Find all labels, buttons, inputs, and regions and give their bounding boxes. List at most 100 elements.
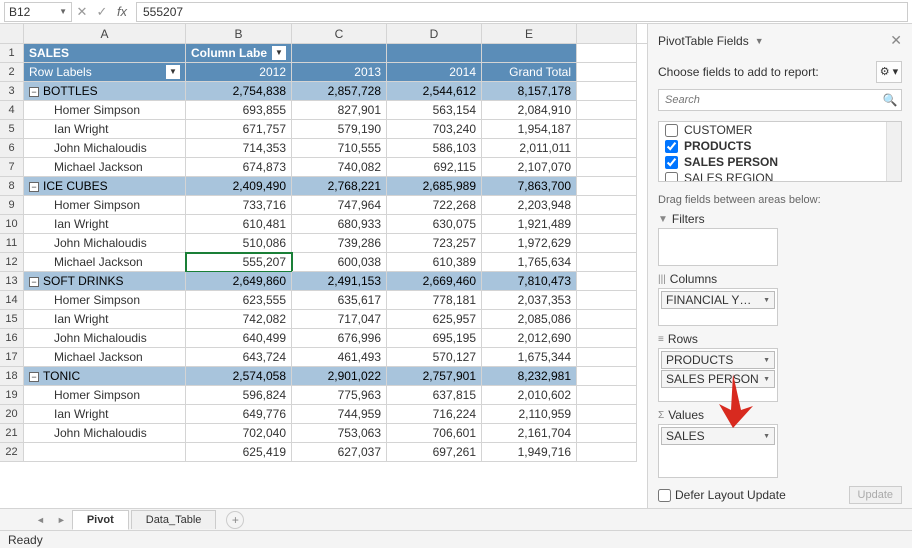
field-checkbox[interactable] — [665, 156, 678, 169]
chevron-down-icon[interactable]: ▼ — [763, 297, 770, 304]
chevron-down-icon[interactable]: ▼ — [755, 36, 764, 46]
person-cell[interactable]: John Michaloudis — [24, 139, 186, 158]
defer-checkbox[interactable] — [658, 489, 671, 502]
row-header[interactable]: 12 — [0, 253, 24, 272]
person-cell[interactable]: Michael Jackson — [24, 158, 186, 177]
person-cell[interactable]: Homer Simpson — [24, 196, 186, 215]
value-cell[interactable]: 733,716 — [186, 196, 292, 215]
col-header-d[interactable]: D — [387, 24, 482, 43]
row-header[interactable]: 5 — [0, 120, 24, 139]
row-header[interactable]: 18 — [0, 367, 24, 386]
close-icon[interactable]: ✕ — [890, 32, 902, 49]
value-cell[interactable]: 623,555 — [186, 291, 292, 310]
col-header-b[interactable]: B — [186, 24, 292, 43]
value-cell[interactable]: 742,082 — [186, 310, 292, 329]
field-sales-person[interactable]: SALES PERSON — [659, 154, 901, 170]
rows-box[interactable]: PRODUCTS▼ SALES PERSON▼ — [658, 348, 778, 402]
person-cell[interactable]: John Michaloudis — [24, 329, 186, 348]
column-chip[interactable]: FINANCIAL Y…▼ — [661, 291, 775, 309]
row-header[interactable]: 6 — [0, 139, 24, 158]
chevron-down-icon[interactable]: ▼ — [763, 433, 770, 440]
chevron-down-icon[interactable]: ▼ — [763, 376, 770, 383]
tab-data-table[interactable]: Data_Table — [131, 510, 217, 529]
filters-box[interactable] — [658, 228, 778, 266]
row-header[interactable]: 17 — [0, 348, 24, 367]
value-cell[interactable]: 555,207 — [186, 253, 292, 272]
person-cell[interactable]: Homer Simpson — [24, 291, 186, 310]
group-row[interactable]: −BOTTLES — [24, 82, 186, 101]
row-header[interactable]: 2 — [0, 63, 24, 82]
column-labels[interactable]: Column Labe▼ — [186, 44, 292, 63]
collapse-icon[interactable]: − — [29, 182, 39, 192]
value-cell[interactable]: 693,855 — [186, 101, 292, 120]
row-header[interactable]: 21 — [0, 424, 24, 443]
collapse-icon[interactable]: − — [29, 87, 39, 97]
row-labels[interactable]: Row Labels▼ — [24, 63, 186, 82]
person-cell[interactable]: Ian Wright — [24, 405, 186, 424]
tab-pivot[interactable]: Pivot — [72, 510, 129, 530]
value-chip-sales[interactable]: SALES▼ — [661, 427, 775, 445]
values-area[interactable]: ΣValues SALES▼ — [658, 408, 778, 478]
chevron-down-icon[interactable]: ▼ — [763, 357, 770, 364]
person-cell[interactable]: Ian Wright — [24, 215, 186, 234]
col-header-f[interactable] — [577, 24, 637, 43]
scrollbar[interactable] — [886, 122, 901, 181]
person-cell[interactable]: John Michaloudis — [24, 234, 186, 253]
row-header[interactable]: 15 — [0, 310, 24, 329]
row-header[interactable]: 20 — [0, 405, 24, 424]
group-row[interactable]: −TONIC — [24, 367, 186, 386]
rows-area[interactable]: ≡Rows PRODUCTS▼ SALES PERSON▼ — [658, 332, 778, 402]
row-header[interactable]: 3 — [0, 82, 24, 101]
collapse-icon[interactable]: − — [29, 277, 39, 287]
value-cell[interactable]: 510,086 — [186, 234, 292, 253]
field-sales-region[interactable]: SALES REGION — [659, 170, 901, 182]
row-header[interactable]: 19 — [0, 386, 24, 405]
row-header[interactable]: 14 — [0, 291, 24, 310]
filter-dropdown-icon[interactable]: ▼ — [166, 65, 180, 79]
row-chip-products[interactable]: PRODUCTS▼ — [661, 351, 775, 369]
field-list[interactable]: CUSTOMERPRODUCTSSALES PERSONSALES REGION… — [658, 121, 902, 182]
tab-nav-last[interactable]: ► — [51, 515, 72, 525]
field-products[interactable]: PRODUCTS — [659, 138, 901, 154]
select-all-corner[interactable] — [0, 24, 24, 43]
spreadsheet-grid[interactable]: A B C D E 1SALESColumn Labe▼2Row Labels▼… — [0, 24, 647, 508]
formula-input[interactable]: 555207 — [136, 2, 908, 22]
filters-area[interactable]: ▼Filters — [658, 212, 778, 266]
value-cell[interactable]: 610,481 — [186, 215, 292, 234]
row-header[interactable]: 4 — [0, 101, 24, 120]
row-header[interactable]: 16 — [0, 329, 24, 348]
row-header[interactable]: 8 — [0, 177, 24, 196]
person-cell[interactable]: John Michaloudis — [24, 424, 186, 443]
field-checkbox[interactable] — [665, 172, 678, 183]
search-input[interactable] — [659, 90, 879, 110]
filter-dropdown-icon[interactable]: ▼ — [272, 46, 286, 60]
row-header[interactable]: 7 — [0, 158, 24, 177]
update-button[interactable]: Update — [849, 486, 902, 504]
search-box[interactable]: 🔍 — [658, 89, 902, 111]
add-sheet-button[interactable]: + — [226, 511, 244, 529]
value-cell[interactable]: 596,824 — [186, 386, 292, 405]
value-cell[interactable]: 643,724 — [186, 348, 292, 367]
columns-box[interactable]: FINANCIAL Y…▼ — [658, 288, 778, 326]
row-header[interactable]: 11 — [0, 234, 24, 253]
person-cell[interactable]: Homer Simpson — [24, 101, 186, 120]
value-cell[interactable]: 649,776 — [186, 405, 292, 424]
row-chip-salesperson[interactable]: SALES PERSON▼ — [661, 370, 775, 388]
search-icon[interactable]: 🔍 — [879, 90, 901, 110]
chevron-down-icon[interactable]: ▼ — [59, 7, 67, 16]
value-cell[interactable]: 674,873 — [186, 158, 292, 177]
value-cell[interactable]: 714,353 — [186, 139, 292, 158]
person-cell[interactable]: Michael Jackson — [24, 253, 186, 272]
group-row[interactable]: −SOFT DRINKS — [24, 272, 186, 291]
col-header-c[interactable]: C — [292, 24, 387, 43]
collapse-icon[interactable]: − — [29, 372, 39, 382]
row-header[interactable]: 10 — [0, 215, 24, 234]
col-header-e[interactable]: E — [482, 24, 577, 43]
row-header[interactable]: 1 — [0, 44, 24, 63]
person-cell[interactable]: Michael Jackson — [24, 348, 186, 367]
value-cell[interactable]: 671,757 — [186, 120, 292, 139]
group-row[interactable]: −ICE CUBES — [24, 177, 186, 196]
col-header-a[interactable]: A — [24, 24, 186, 43]
row-header[interactable]: 13 — [0, 272, 24, 291]
name-box[interactable]: B12▼ — [4, 2, 72, 22]
